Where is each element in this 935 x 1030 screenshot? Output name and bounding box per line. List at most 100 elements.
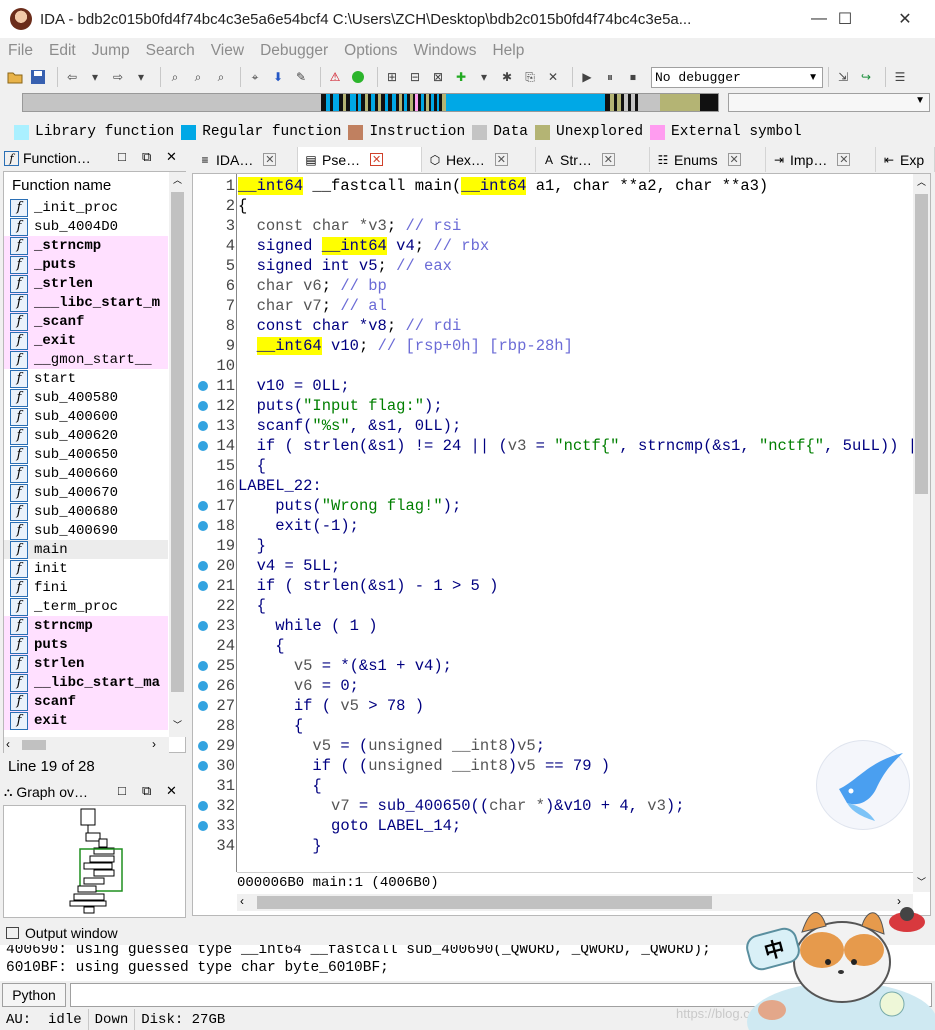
code-line[interactable]: 24 { [193, 636, 913, 656]
segment-dropdown[interactable]: ▼ [728, 93, 930, 112]
function-list-item[interactable]: f sub_400600 [4, 407, 168, 426]
code-line[interactable]: 14 if ( strlen(&s1) != 24 || (v3 = "nctf… [193, 436, 926, 456]
tab-close-icon[interactable]: ✕ [494, 153, 508, 166]
play-icon[interactable]: ▶ [578, 68, 596, 86]
function-list-item[interactable]: f __libc_start_ma [4, 673, 168, 692]
function-list-item[interactable]: f sub_400670 [4, 483, 168, 502]
code-line[interactable]: 5 signed int v5; // eax [193, 256, 913, 276]
tab-6[interactable]: ⇥ Imp… ✕ [766, 147, 876, 172]
menu-options[interactable]: Options [336, 42, 405, 60]
pause-icon[interactable]: ⏸ [601, 68, 619, 86]
function-list-item[interactable]: f ___libc_start_m [4, 293, 168, 312]
pseudocode-hscroll-thumb[interactable] [257, 896, 712, 909]
code-line[interactable]: 26 v6 = 0; [193, 676, 913, 696]
function-list-item[interactable]: f strncmp [4, 616, 168, 635]
function-list-item[interactable]: f sub_400680 [4, 502, 168, 521]
close-button[interactable]: ✕ [882, 0, 928, 38]
code-line[interactable]: 6 char v6; // bp [193, 276, 913, 296]
add-breakpoint-icon[interactable]: ✚ [452, 68, 470, 86]
menu-debugger[interactable]: Debugger [252, 42, 336, 60]
find-next-icon[interactable]: ⌖ [246, 68, 264, 86]
code-line[interactable]: 1 __int64 __fastcall main(__int64 a1, cha… [193, 176, 913, 196]
navigation-band[interactable] [22, 93, 719, 112]
tab-3[interactable]: ⬡ Hex… ✕ [422, 147, 536, 172]
function-list-hscroll-thumb[interactable] [22, 740, 46, 750]
function-name-column-header[interactable]: Function name [4, 172, 185, 198]
menu-view[interactable]: View [203, 42, 252, 60]
code-line[interactable]: 2{ [193, 196, 913, 216]
forward-arrow-icon[interactable]: ⇨ [109, 68, 127, 86]
function-list-item[interactable]: f _exit [4, 331, 168, 350]
chevron-up-icon[interactable]: ︿ [169, 172, 186, 189]
code-line[interactable]: 25 v5 = *(&s1 + v4); [193, 656, 913, 676]
function-list-item[interactable]: f _strlen [4, 274, 168, 293]
code-line[interactable]: 13 scanf("%s", &s1, 0LL); [193, 416, 913, 436]
code-line[interactable]: 28 { [193, 716, 913, 736]
binoculars-bytes-icon[interactable]: ⌕ [212, 68, 230, 86]
function-list-item[interactable]: f _scanf [4, 312, 168, 331]
plugin-icon[interactable]: ✱ [498, 68, 516, 86]
chevron-left-icon[interactable]: ‹ [240, 894, 244, 908]
open-icon[interactable] [6, 68, 24, 86]
graph-overview-canvas[interactable] [3, 805, 186, 918]
function-list-item[interactable]: f sub_400660 [4, 464, 168, 483]
code-line[interactable]: 11 v10 = 0LL; [193, 376, 913, 396]
code-line[interactable]: 19 } [193, 536, 913, 556]
panel-float-icon[interactable]: ⧉ [142, 783, 151, 799]
structs-icon[interactable]: ⊠ [429, 68, 447, 86]
code-line[interactable]: 4 signed __int64 v4; // rbx [193, 236, 913, 256]
chevron-down-icon[interactable]: ﹀ [169, 717, 186, 734]
code-line[interactable]: 21 if ( strlen(&s1) - 1 > 5 ) [193, 576, 913, 596]
tab-7[interactable]: ⇤ Exp [876, 147, 935, 172]
code-line[interactable]: 23 while ( 1 ) [193, 616, 913, 636]
function-list-vscroll-thumb[interactable] [171, 192, 184, 692]
options-icon[interactable]: ☰ [891, 68, 909, 86]
step-into-icon[interactable]: ↪ [857, 68, 875, 86]
save-icon[interactable] [29, 68, 47, 86]
xrefs-icon[interactable]: ⊟ [406, 68, 424, 86]
tab-close-icon[interactable]: ✕ [263, 153, 277, 166]
code-line[interactable]: 8 const char *v8; // rdi [193, 316, 913, 336]
menu-search[interactable]: Search [138, 42, 203, 60]
code-line[interactable]: 31 { [193, 776, 913, 796]
panel-float-icon[interactable]: ⧉ [142, 149, 151, 165]
tab-1[interactable]: ≡ IDA… ✕ [192, 147, 298, 172]
function-list-item[interactable]: f __gmon_start__ [4, 350, 168, 369]
cli-language-button[interactable]: Python [2, 983, 66, 1007]
chevron-down-icon[interactable]: ﹀ [913, 874, 930, 891]
code-line[interactable]: 27 if ( v5 > 78 ) [193, 696, 913, 716]
code-line[interactable]: 18 exit(-1); [193, 516, 913, 536]
panel-restore-icon[interactable]: □ [118, 783, 126, 798]
chevron-right-icon[interactable]: › [152, 737, 156, 751]
function-list-item[interactable]: f puts [4, 635, 168, 654]
menu-jump[interactable]: Jump [84, 42, 138, 60]
mark-icon[interactable]: ✎ [292, 68, 310, 86]
hummingbird-logo-icon[interactable] [816, 740, 910, 830]
patch-icon[interactable]: ⎘ [521, 68, 539, 86]
code-line[interactable]: 30 if ( (unsigned __int8)v5 == 79 ) [193, 756, 913, 776]
panel-restore-icon[interactable]: □ [118, 149, 126, 164]
tab-5[interactable]: ☷ Enums ✕ [650, 147, 766, 172]
warning-icon[interactable]: ⚠ [326, 68, 344, 86]
pseudocode-vscrollbar[interactable]: ︿ ﹀ [913, 174, 930, 892]
back-arrow-icon[interactable]: ⇦ [63, 68, 81, 86]
panel-close-icon[interactable]: ✕ [166, 149, 177, 165]
binoculars-icon[interactable]: ⌕ [166, 68, 184, 86]
code-line[interactable]: 17 puts("Wrong flag!"); [193, 496, 913, 516]
chevron-down-icon[interactable]: ▾ [132, 68, 150, 86]
chevron-down-icon[interactable]: ▾ [475, 68, 493, 86]
code-line[interactable]: 22 { [193, 596, 913, 616]
function-list-hscrollbar[interactable]: ‹ › [4, 737, 169, 753]
panel-close-icon[interactable]: ✕ [166, 783, 177, 799]
jump-down-icon[interactable]: ⬇ [269, 68, 287, 86]
binoculars-text-icon[interactable]: ⌕ [189, 68, 207, 86]
function-list-item[interactable]: f sub_400690 [4, 521, 168, 540]
function-list-item[interactable]: f _term_proc [4, 597, 168, 616]
tab-4[interactable]: A Str… ✕ [536, 147, 650, 172]
code-line[interactable]: 15 { [193, 456, 913, 476]
function-list-item[interactable]: f sub_4004D0 [4, 217, 168, 236]
function-list-item[interactable]: f scanf [4, 692, 168, 711]
function-list-item[interactable]: f _strncmp [4, 236, 168, 255]
code-line[interactable]: 12 puts("Input flag:"); [193, 396, 913, 416]
code-line[interactable]: 3 const char *v3; // rsi [193, 216, 913, 236]
